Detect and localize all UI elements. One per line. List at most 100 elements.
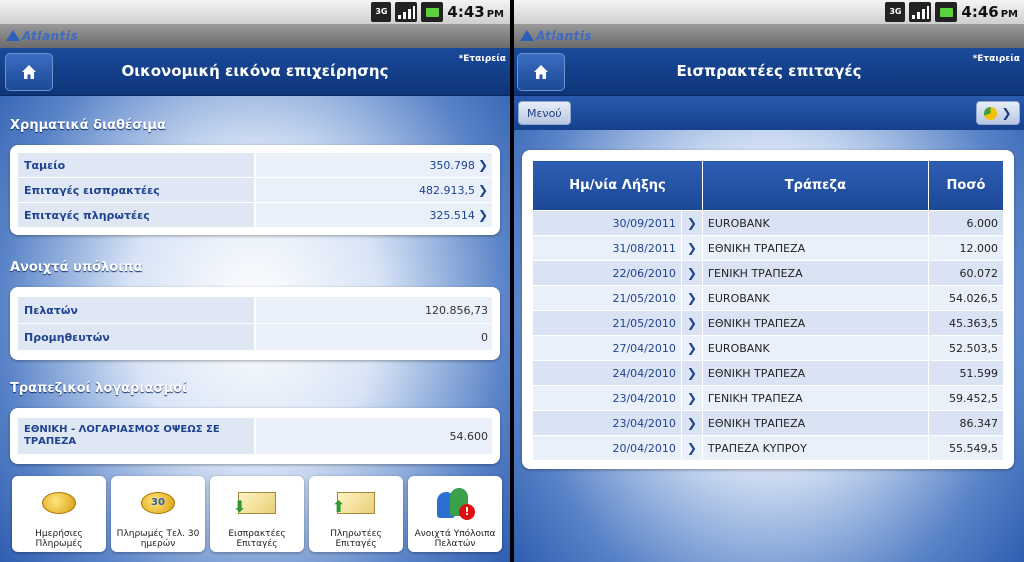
cell-bank: ΓΕΝΙΚΗ ΤΡΑΠΕΖΑ	[701, 260, 929, 286]
clock: 4:46 PM	[961, 3, 1018, 21]
row-label: Ταμείο	[18, 153, 254, 177]
home-button[interactable]	[5, 53, 53, 91]
table-row[interactable]: 30/09/2011 ❯ EUROBANK 6.000	[532, 210, 1005, 236]
toolbar: Μενού ❯	[514, 96, 1024, 130]
table-row[interactable]: 23/04/2010 ❯ ΓΕΝΙΚΗ ΤΡΑΠΕΖΑ 59.452,5	[532, 385, 1005, 411]
payable-cheques-tile[interactable]: ⬆ Πληρωτέες Επιταγές	[309, 476, 403, 552]
app-logo: Atlantis	[6, 29, 78, 43]
table-row[interactable]: 31/08/2011 ❯ ΕΘΝΙΚΗ ΤΡΑΠΕΖΑ 12.000	[532, 235, 1005, 261]
table-row[interactable]: 21/05/2010 ❯ ΕΘΝΙΚΗ ΤΡΑΠΕΖΑ 45.363,5	[532, 310, 1005, 336]
customer-balances-tile[interactable]: ! Ανοιχτά Υπόλοιπα Πελατών	[408, 476, 502, 552]
pie-chart-icon	[984, 106, 998, 120]
cell-bank: ΕΘΝΙΚΗ ΤΡΑΠΕΖΑ	[701, 235, 929, 261]
cell-amount: 45.363,5	[927, 310, 1005, 336]
table-row[interactable]: 23/04/2010 ❯ ΕΘΝΙΚΗ ΤΡΑΠΕΖΑ 86.347	[532, 410, 1005, 436]
app-logo: Atlantis	[520, 29, 592, 43]
chevron-right-icon[interactable]: ❯	[680, 335, 703, 361]
app-logo-bar: Atlantis	[0, 24, 510, 48]
cell-amount: 52.503,5	[927, 335, 1005, 361]
signal-icon	[395, 2, 418, 22]
company-label[interactable]: *Εταιρεία	[973, 54, 1020, 64]
cell-date: 21/05/2010	[532, 310, 682, 336]
row-value: 54.600	[256, 418, 492, 454]
table-row[interactable]: 21/05/2010 ❯ EUROBANK 54.026,5	[532, 285, 1005, 311]
section-title-bank: Τραπεζικοί λογαριασμοί	[10, 381, 188, 396]
table-row[interactable]: 24/04/2010 ❯ ΕΘΝΙΚΗ ΤΡΑΠΕΖΑ 51.599	[532, 360, 1005, 386]
chevron-right-icon[interactable]: ❯	[680, 385, 703, 411]
menu-button[interactable]: Μενού	[518, 101, 571, 125]
left-screen: 3G 4:43 PM Atlantis Οικονομική εικόνα επι…	[0, 0, 510, 562]
cell-bank: EUROBANK	[701, 335, 929, 361]
chevron-right-icon[interactable]: ❯	[680, 285, 703, 311]
cell-bank: ΕΘΝΙΚΗ ΤΡΑΠΕΖΑ	[701, 410, 929, 436]
coins-icon	[42, 491, 76, 514]
list-item[interactable]: Επιταγές πληρωτέες 325.514 ❯	[18, 203, 492, 227]
title-bar: Εισπρακτέες επιταγές *Εταιρεία	[514, 48, 1024, 96]
cell-date: 30/09/2011	[532, 210, 682, 236]
chart-next-button[interactable]: ❯	[976, 101, 1020, 125]
title-bar: Οικονομική εικόνα επιχείρησης *Εταιρεία	[0, 48, 510, 96]
chevron-right-icon[interactable]: ❯	[680, 260, 703, 286]
cash-card: Ταμείο 350.798 ❯ Επιταγές εισπρακτέες 482…	[10, 145, 500, 235]
tile-label: Ημερήσιες Πληρωμές	[35, 529, 83, 549]
chevron-right-icon: ❯	[477, 158, 488, 172]
company-label[interactable]: *Εταιρεία	[459, 54, 506, 64]
column-header-bank[interactable]: Τράπεζα	[701, 160, 929, 211]
chevron-right-icon: ❯	[1001, 106, 1012, 120]
cell-date: 24/04/2010	[532, 360, 682, 386]
logo-triangle-icon	[6, 30, 20, 41]
shortcut-tiles: Ημερήσιες Πληρωμές 30 Πληρωμές Τελ. 30 η…	[12, 476, 502, 552]
cell-bank: EUROBANK	[701, 285, 929, 311]
row-value: 0	[256, 324, 492, 350]
cell-amount: 86.347	[927, 410, 1005, 436]
cell-amount: 60.072	[927, 260, 1005, 286]
customers-alert-icon: !	[435, 486, 475, 520]
row-value: 120.856,73	[256, 297, 492, 323]
chevron-right-icon[interactable]: ❯	[680, 435, 703, 461]
list-item[interactable]: Επιταγές εισπρακτέες 482.913,5 ❯	[18, 178, 492, 202]
payments-30-days-tile[interactable]: 30 Πληρωμές Τελ. 30 ημερών	[111, 476, 205, 552]
list-item: ΕΘΝΙΚΗ - ΛΟΓΑΡΙΑΣΜΟΣ ΟΨΕΩΣ ΣΕ ΤΡΑΠΕΖΑ 54…	[18, 418, 492, 454]
column-header-date[interactable]: Ημ/νία Λήξης	[532, 160, 703, 211]
row-value: 350.798 ❯	[256, 153, 492, 177]
bank-card: ΕΘΝΙΚΗ - ΛΟΓΑΡΙΑΣΜΟΣ ΟΨΕΩΣ ΣΕ ΤΡΑΠΕΖΑ 54…	[10, 408, 500, 464]
cell-date: 23/04/2010	[532, 385, 682, 411]
chevron-right-icon[interactable]: ❯	[680, 410, 703, 436]
clock: 4:43 PM	[447, 3, 504, 21]
chevron-right-icon[interactable]: ❯	[680, 360, 703, 386]
chevron-right-icon: ❯	[477, 208, 488, 222]
network-3g-icon: 3G	[371, 2, 392, 22]
list-item[interactable]: Ταμείο 350.798 ❯	[18, 153, 492, 177]
cheques-table: Ημ/νία Λήξης Τράπεζα Ποσό 30/09/2011 ❯ EUR…	[532, 160, 1005, 461]
table-row[interactable]: 22/06/2010 ❯ ΓΕΝΙΚΗ ΤΡΑΠΕΖΑ 60.072	[532, 260, 1005, 286]
chevron-right-icon[interactable]: ❯	[680, 235, 703, 261]
status-bar: 3G 4:43 PM	[0, 0, 510, 24]
table-row[interactable]: 20/04/2010 ❯ ΤΡΑΠΕΖΑ ΚΥΠΡΟΥ 55.549,5	[532, 435, 1005, 461]
cell-bank: ΓΕΝΙΚΗ ΤΡΑΠΕΖΑ	[701, 385, 929, 411]
page-title: Εισπρακτέες επιταγές	[676, 62, 862, 80]
cell-amount: 55.549,5	[927, 435, 1005, 461]
column-header-amount[interactable]: Ποσό	[927, 160, 1005, 211]
cell-amount: 51.599	[927, 360, 1005, 386]
cell-date: 20/04/2010	[532, 435, 682, 461]
cheques-table-card: Ημ/νία Λήξης Τράπεζα Ποσό 30/09/2011 ❯ EUR…	[522, 150, 1014, 469]
signal-icon	[909, 2, 932, 22]
cell-amount: 59.452,5	[927, 385, 1005, 411]
balances-card: Πελατών 120.856,73 Προμηθευτών 0	[10, 287, 500, 360]
cell-date: 27/04/2010	[532, 335, 682, 361]
cell-date: 23/04/2010	[532, 410, 682, 436]
cell-date: 22/06/2010	[532, 260, 682, 286]
chevron-right-icon[interactable]: ❯	[680, 310, 703, 336]
cell-bank: ΕΘΝΙΚΗ ΤΡΑΠΕΖΑ	[701, 360, 929, 386]
chevron-right-icon[interactable]: ❯	[680, 210, 703, 236]
chevron-right-icon: ❯	[477, 183, 488, 197]
status-bar: 3G 4:46 PM	[514, 0, 1024, 24]
daily-payments-tile[interactable]: Ημερήσιες Πληρωμές	[12, 476, 106, 552]
row-label: Προμηθευτών	[18, 324, 254, 350]
battery-icon	[421, 2, 444, 22]
row-label: ΕΘΝΙΚΗ - ΛΟΓΑΡΙΑΣΜΟΣ ΟΨΕΩΣ ΣΕ ΤΡΑΠΕΖΑ	[18, 418, 254, 454]
home-button[interactable]	[517, 53, 565, 91]
table-row[interactable]: 27/04/2010 ❯ EUROBANK 52.503,5	[532, 335, 1005, 361]
receivable-cheques-tile[interactable]: ⬇ Εισπρακτέες Επιταγές	[210, 476, 304, 552]
row-label: Επιταγές εισπρακτέες	[18, 178, 254, 202]
